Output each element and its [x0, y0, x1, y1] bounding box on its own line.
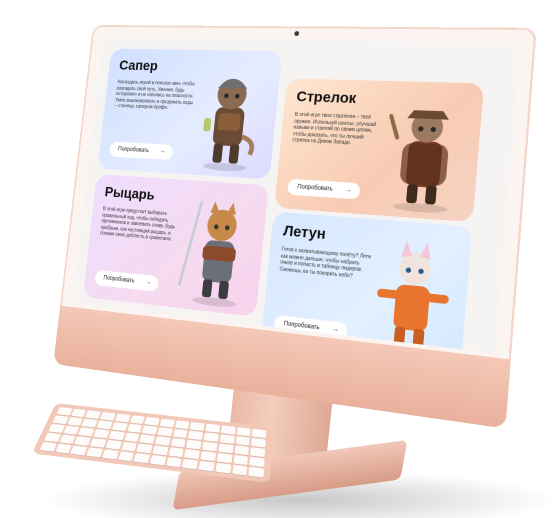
key — [202, 441, 218, 452]
key — [93, 429, 110, 439]
key — [70, 408, 87, 418]
key — [166, 456, 183, 468]
key — [133, 453, 151, 464]
key — [142, 425, 158, 435]
arrow-right-icon: → — [144, 278, 152, 287]
key — [55, 443, 73, 454]
key — [200, 451, 216, 462]
key — [234, 445, 250, 456]
key — [233, 454, 249, 466]
key — [123, 432, 140, 443]
try-button-label: Попробовать — [117, 146, 150, 154]
key — [39, 441, 57, 452]
key — [182, 458, 199, 470]
key — [170, 437, 186, 448]
key — [236, 427, 251, 437]
scene: Сапер Насладись игрой в поисках мин, что… — [0, 0, 556, 518]
key — [136, 443, 153, 454]
key — [218, 443, 234, 454]
key — [126, 423, 143, 433]
key — [215, 462, 231, 474]
key — [48, 423, 65, 433]
gunslinger-cat-icon — [388, 109, 450, 215]
key — [154, 436, 171, 446]
key — [149, 455, 166, 466]
pilot-cat-icon — [376, 240, 450, 354]
game-card-sapper[interactable]: Сапер Насладись игрой в поисках мин, что… — [97, 48, 283, 180]
key — [216, 452, 233, 464]
key — [59, 434, 76, 444]
card-description: Насладись игрой в поисках мин, чтобы раз… — [114, 79, 195, 112]
key — [188, 430, 204, 441]
key — [100, 411, 116, 421]
key — [252, 428, 267, 439]
key — [184, 449, 200, 460]
monitor: Сапер Насладись игрой в поисках мин, что… — [53, 25, 537, 429]
key — [168, 447, 185, 458]
card-description: Готов к захватывающему полёту? Лети как … — [279, 246, 372, 280]
key — [190, 421, 205, 432]
key — [86, 447, 103, 458]
key — [63, 425, 80, 435]
try-button[interactable]: Попробовать → — [286, 178, 361, 200]
try-button[interactable]: Попробовать → — [94, 269, 159, 292]
game-card-gunslinger[interactable]: Стрелок В этой игре твоя стратегия – тво… — [274, 78, 485, 223]
key — [172, 428, 188, 439]
card-description: В этой игре предстоит выбирать правильны… — [99, 206, 176, 243]
key — [85, 410, 101, 419]
key — [105, 439, 122, 450]
key — [198, 460, 215, 472]
key — [129, 415, 145, 425]
knight-cat-icon — [177, 200, 239, 309]
key — [250, 447, 266, 458]
screen: Сапер Насладись игрой в поисках мин, что… — [71, 37, 521, 354]
key — [117, 451, 135, 462]
key — [220, 425, 236, 435]
key — [74, 436, 91, 446]
key — [248, 466, 265, 478]
try-button-label: Попробовать — [103, 275, 135, 285]
key — [81, 418, 98, 428]
key — [96, 420, 113, 430]
key — [159, 418, 175, 428]
try-button-label: Попробовать — [296, 184, 333, 193]
key — [108, 430, 125, 441]
key — [235, 436, 250, 446]
card-title: Рыцарь — [103, 184, 156, 204]
key — [44, 432, 61, 443]
card-title: Сапер — [118, 57, 159, 75]
key — [251, 437, 266, 448]
card-title: Летун — [282, 222, 327, 244]
key — [186, 439, 202, 450]
key — [111, 422, 128, 432]
key — [114, 413, 131, 423]
game-card-knight[interactable]: Рыцарь В этой игре предстоит выбирать пр… — [82, 174, 269, 317]
card-title: Стрелок — [295, 88, 358, 108]
key — [67, 417, 84, 426]
key — [249, 456, 265, 468]
key — [78, 427, 95, 437]
key — [120, 441, 138, 452]
key — [89, 438, 107, 448]
key — [139, 434, 156, 444]
key — [219, 434, 235, 444]
key — [56, 407, 73, 416]
sapper-cat-icon — [202, 78, 276, 173]
arrow-right-icon: → — [331, 325, 340, 334]
key — [70, 445, 88, 456]
key — [101, 449, 119, 460]
arrow-right-icon: → — [159, 147, 166, 155]
try-button[interactable]: Попробовать → — [108, 141, 174, 160]
key — [152, 445, 169, 456]
key — [157, 427, 173, 437]
arrow-right-icon: → — [344, 186, 353, 194]
key — [205, 423, 220, 433]
key — [52, 415, 69, 425]
key — [231, 464, 248, 476]
key — [144, 416, 160, 426]
key — [174, 420, 190, 430]
card-description: В этой игре твоя стратегия – твоё оружие… — [291, 111, 377, 147]
key — [203, 432, 219, 442]
